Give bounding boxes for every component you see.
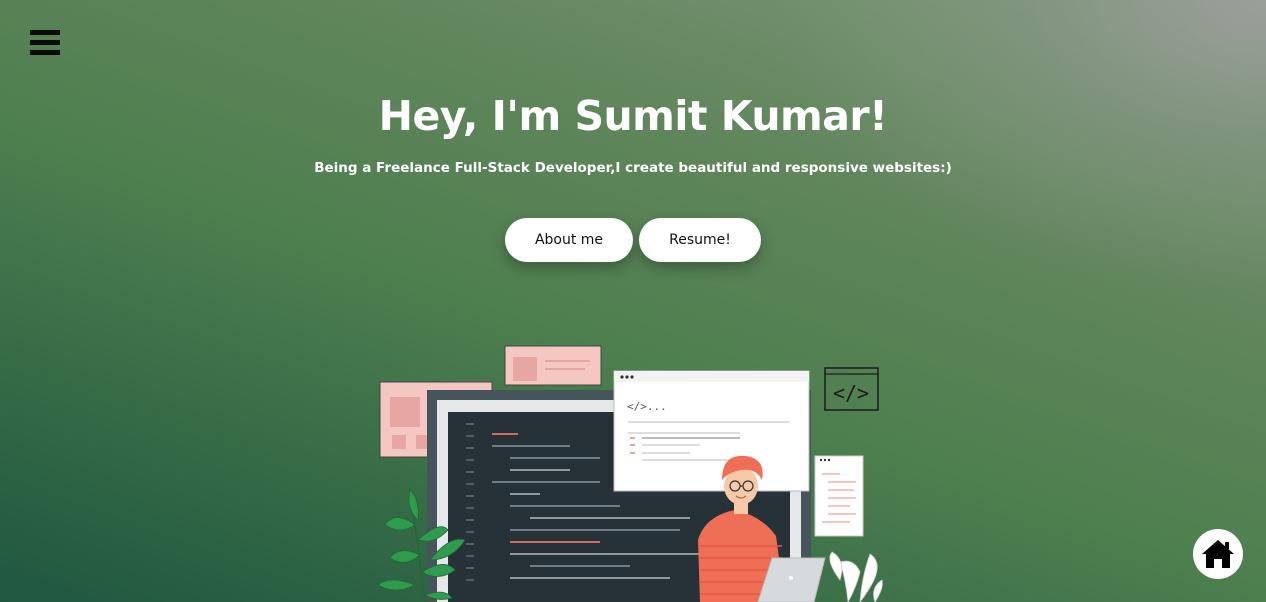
plant-right bbox=[829, 551, 883, 602]
code-window: </>... bbox=[613, 370, 810, 492]
resume-button[interactable]: Resume! bbox=[639, 218, 761, 262]
code-badge-text: </> bbox=[833, 381, 869, 405]
developer-illustration: </>... </> bbox=[377, 345, 883, 602]
hero-title: Hey, I'm Sumit Kumar! bbox=[378, 92, 888, 140]
code-badge-icon: </> bbox=[824, 367, 879, 411]
doc-window bbox=[814, 455, 864, 537]
about-me-button[interactable]: About me bbox=[505, 218, 633, 262]
home-button[interactable] bbox=[1193, 529, 1243, 579]
pink-card-top bbox=[504, 345, 602, 386]
hero-subtitle: Being a Freelance Full-Stack Developer,I… bbox=[314, 160, 952, 176]
code-tag-text: </>... bbox=[627, 400, 667, 413]
home-icon bbox=[1202, 540, 1234, 568]
hamburger-menu-icon[interactable] bbox=[30, 30, 60, 57]
